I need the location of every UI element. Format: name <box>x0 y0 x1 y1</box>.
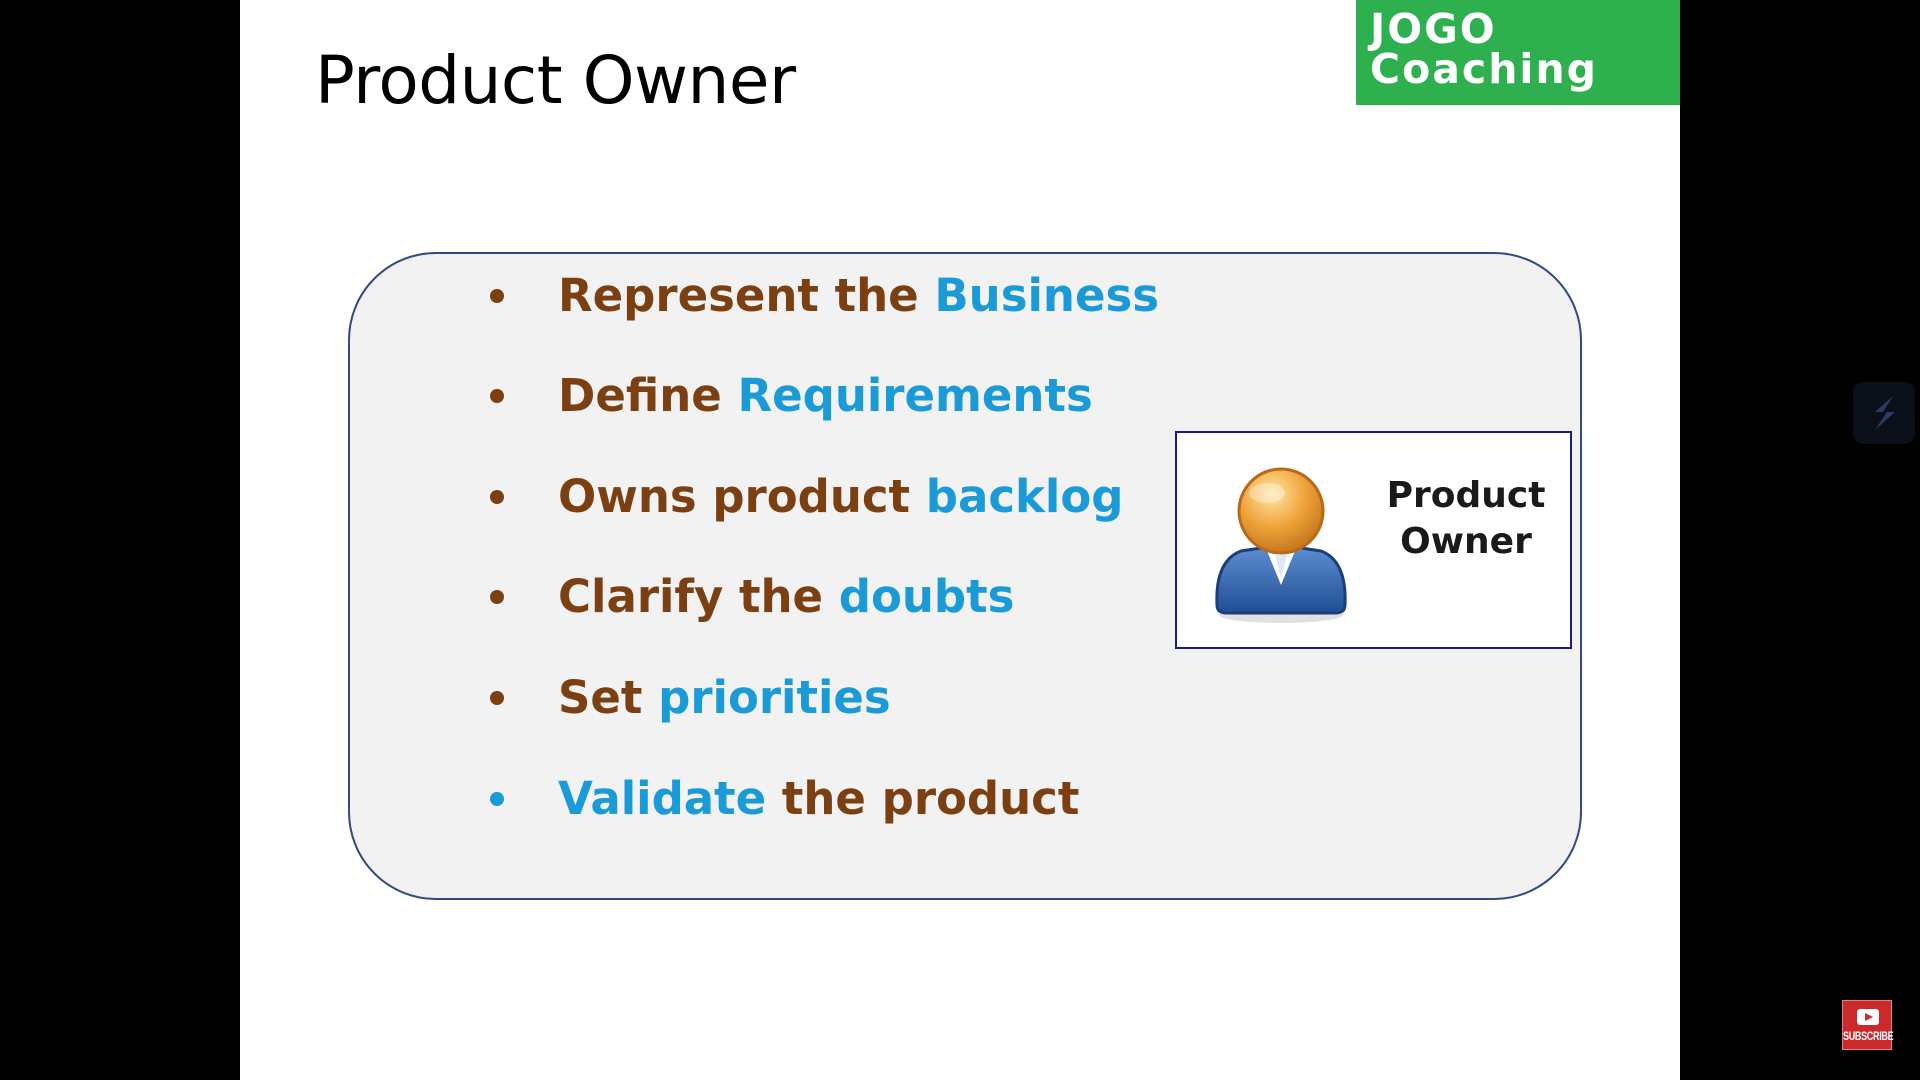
bullet-text: Validate the product <box>558 769 1079 829</box>
bullet-segment: Clarify the <box>558 570 839 623</box>
role-card-line-2: Owner <box>1400 521 1532 562</box>
slide-title: Product Owner <box>315 42 796 119</box>
bullet-segment: Business <box>934 269 1160 322</box>
logo-line-2: Coaching <box>1370 45 1599 93</box>
subscribe-label: SUBSCRIBE <box>1843 1029 1894 1043</box>
bullet-segment: Requirements <box>737 369 1093 422</box>
jogo-coaching-logo: JOGO Coaching <box>1356 0 1680 105</box>
bullet-dot <box>490 792 504 806</box>
bullet-dot <box>490 389 504 403</box>
bullet-text: Set priorities <box>558 668 891 728</box>
bullet-text: Define Requirements <box>558 366 1093 426</box>
role-card-label: Product Owner <box>1371 473 1561 565</box>
user-avatar-icon <box>1215 467 1347 623</box>
bullet-segment: backlog <box>925 470 1124 523</box>
app-logo-glyph <box>1875 396 1895 430</box>
bullet-segment: Define <box>558 369 738 422</box>
bullet-segment: doubts <box>838 570 1015 623</box>
bullet-segment: Validate <box>558 772 767 825</box>
product-owner-card: Product Owner <box>1175 431 1572 649</box>
bullet-dot <box>490 490 504 504</box>
logo-line-1: JOGO <box>1370 5 1497 53</box>
bullet-text: Owns product backlog <box>558 467 1123 527</box>
bullet-dot <box>490 691 504 705</box>
video-frame: Product Owner JOGO Coaching Represent th… <box>0 0 1920 1080</box>
role-card-line-1: Product <box>1386 475 1546 516</box>
bullet-text: Clarify the doubts <box>558 567 1014 627</box>
bullet-dot <box>490 590 504 604</box>
bullet-segment: the product <box>766 772 1080 825</box>
bullet-segment: priorities <box>658 671 891 724</box>
bullet-text: Represent the Business <box>558 266 1159 326</box>
bullet-segment: Set <box>558 671 659 724</box>
youtube-play-icon <box>1857 1009 1879 1025</box>
bullet-dot <box>490 289 504 303</box>
bullet-segment: Owns product <box>558 470 926 523</box>
app-logo-icon[interactable] <box>1853 382 1915 444</box>
subscribe-button[interactable]: SUBSCRIBE <box>1842 1000 1894 1050</box>
bullet-segment: Represent the <box>558 269 935 322</box>
